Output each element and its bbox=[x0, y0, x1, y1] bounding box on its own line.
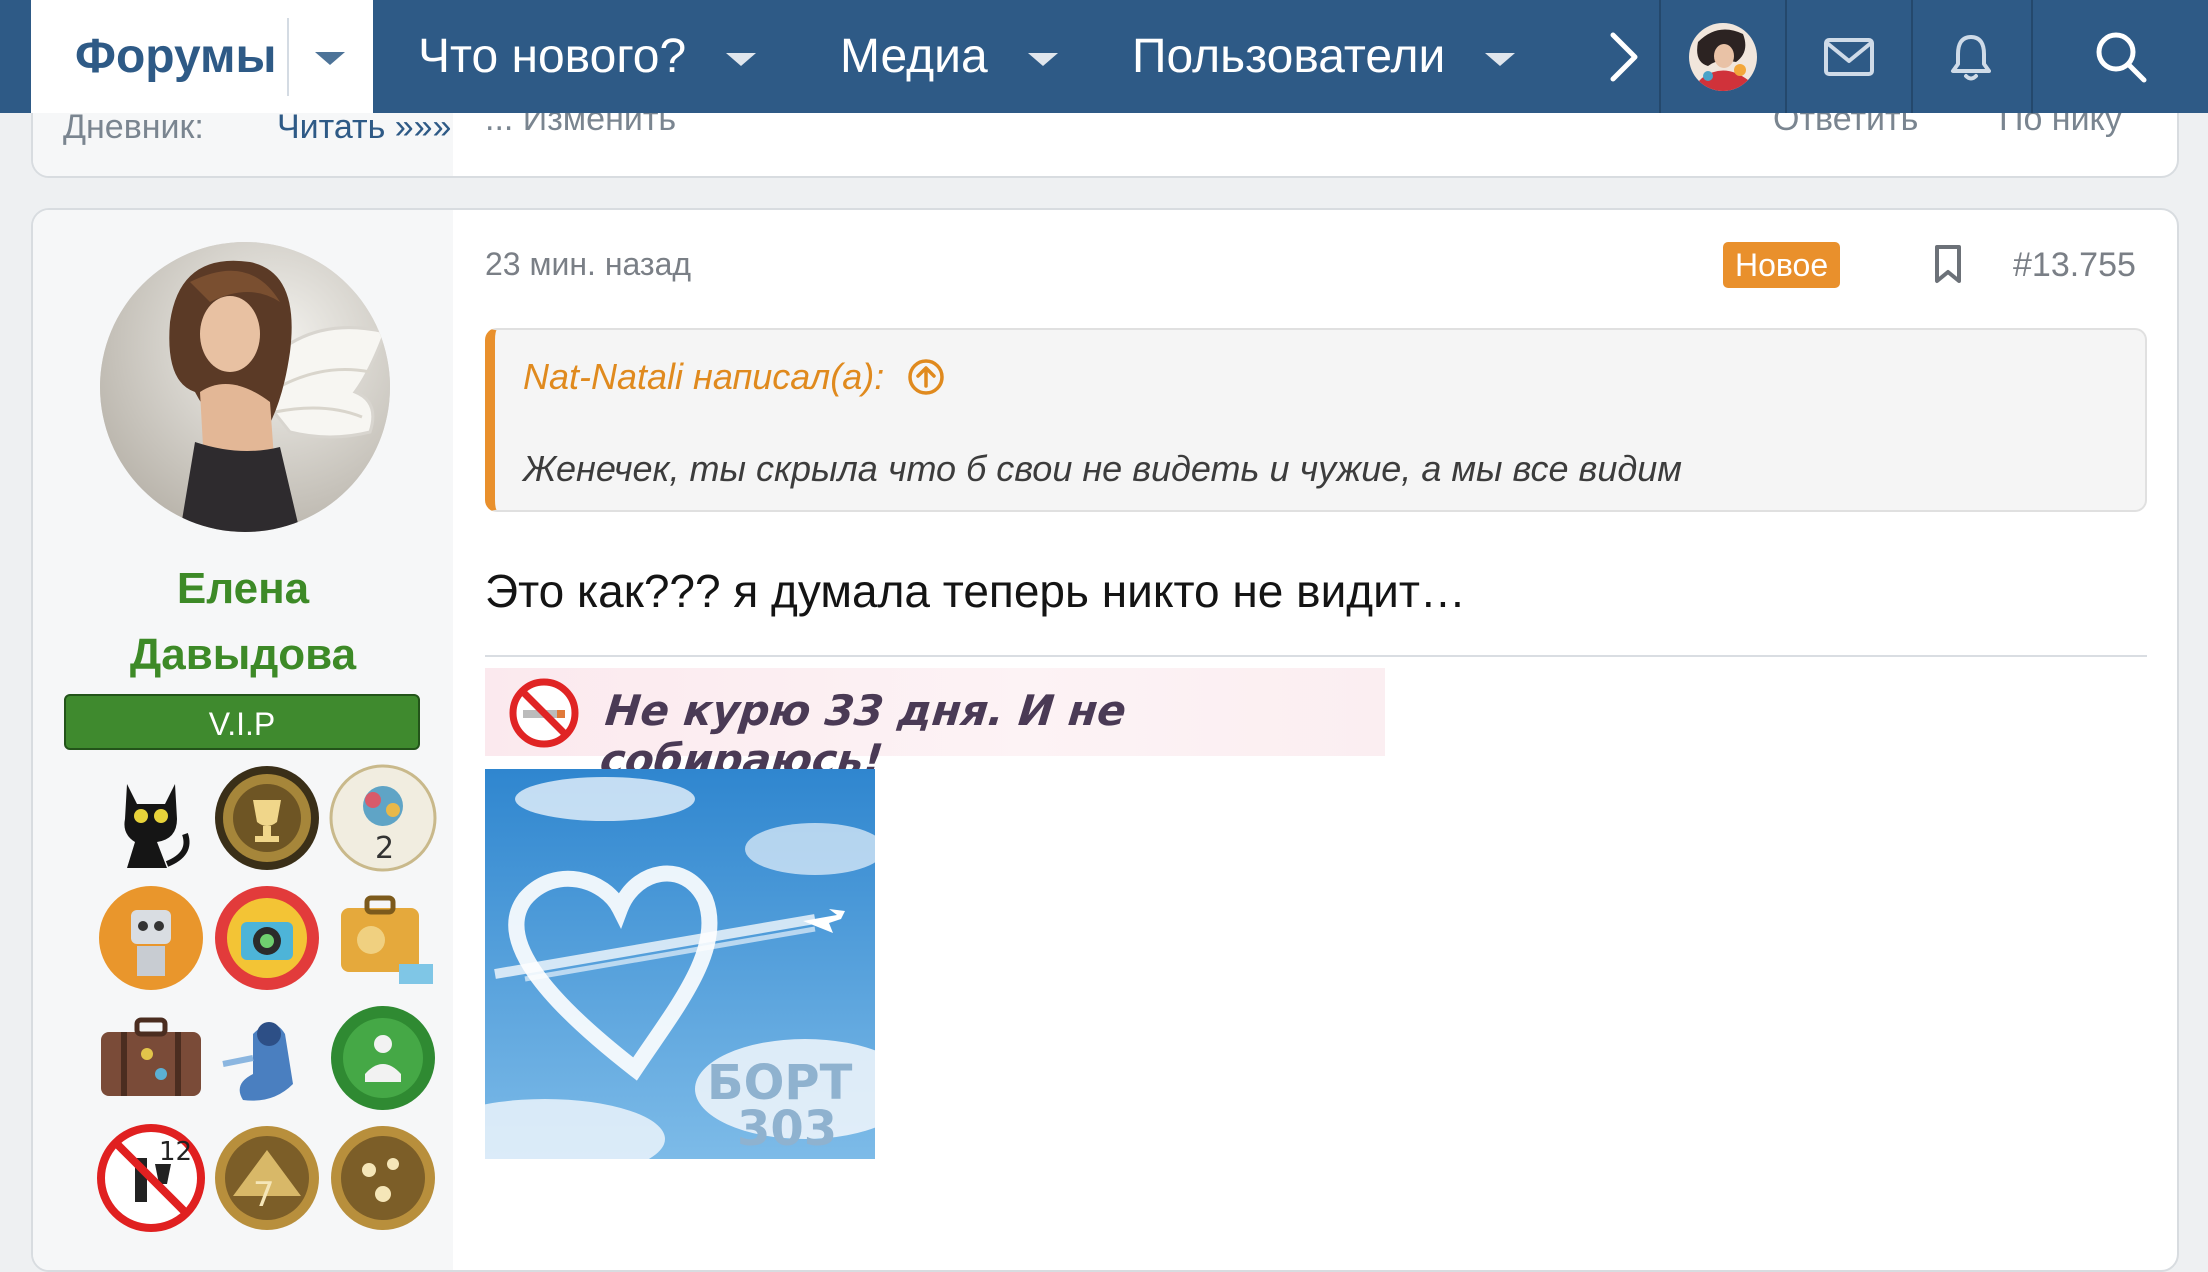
account-button[interactable] bbox=[1661, 0, 1785, 113]
nav-more-button[interactable] bbox=[1594, 0, 1654, 113]
arrow-up-circle-icon[interactable] bbox=[906, 357, 946, 397]
new-badge: Новое bbox=[1723, 242, 1841, 288]
post-user-column: Елена Давыдова V.I.P 2 12 7 bbox=[33, 210, 453, 1270]
no-alcohol-badge-icon[interactable]: 12 bbox=[97, 1124, 205, 1232]
alerts-button[interactable] bbox=[1913, 0, 2029, 113]
envelope-icon[interactable] bbox=[1823, 37, 1875, 77]
svg-text:12: 12 bbox=[159, 1137, 192, 1167]
quote-header[interactable]: Nat-Natali написал(а): bbox=[523, 356, 946, 398]
quote-text: Женечек, ты скрыла что б свои не видеть … bbox=[523, 448, 1682, 489]
author-name-line2[interactable]: Давыдова bbox=[33, 622, 453, 688]
chevron-down-icon[interactable] bbox=[1027, 53, 1058, 66]
diary-label: Дневник: bbox=[63, 108, 204, 146]
genie-badge-icon[interactable] bbox=[213, 1004, 321, 1112]
quote-block: Nat-Natali написал(а): Женечек, ты скрыл… bbox=[485, 328, 2147, 512]
post-timestamp[interactable]: 23 мин. назад bbox=[485, 246, 691, 283]
signature-banner: Не курю 33 дня. И не собираюсь! bbox=[485, 668, 1385, 784]
quote-author[interactable]: Nat-Natali написал(а): bbox=[523, 356, 884, 398]
no-smoking-icon bbox=[509, 678, 579, 748]
tab-members-label[interactable]: Пользователи bbox=[1132, 29, 1445, 84]
green-meditation-badge-icon[interactable] bbox=[329, 1004, 437, 1112]
tab-whats-new[interactable]: Что нового? bbox=[418, 0, 757, 113]
author-name-line1[interactable]: Елена bbox=[33, 556, 453, 622]
chevron-down-icon[interactable] bbox=[1485, 53, 1516, 66]
attached-image[interactable]: БОРТ 303 bbox=[485, 769, 875, 1159]
gold-stars-badge-icon[interactable] bbox=[329, 1124, 437, 1232]
bell-icon[interactable] bbox=[1948, 32, 1994, 82]
sewing-badge-icon[interactable]: 2 bbox=[329, 764, 437, 872]
signature-divider bbox=[485, 655, 2147, 657]
author-rank-banner: V.I.P bbox=[64, 694, 420, 750]
post-message: Это как??? я думала теперь никто не види… bbox=[485, 565, 1466, 617]
tab-separator bbox=[287, 18, 289, 96]
diary-link[interactable]: Читать »»» bbox=[277, 108, 451, 147]
tab-forums[interactable]: Форумы bbox=[31, 0, 373, 113]
gold-mountain-seven-badge-icon[interactable]: 7 bbox=[213, 1124, 321, 1232]
avatar[interactable] bbox=[100, 242, 390, 532]
post-number[interactable]: #13.755 bbox=[2013, 246, 2136, 285]
chevron-right-icon[interactable] bbox=[1607, 31, 1641, 83]
robot-badge-icon[interactable] bbox=[97, 884, 205, 992]
image-caption-line2: 303 bbox=[737, 1101, 837, 1157]
avatar[interactable] bbox=[1688, 22, 1758, 92]
camera-badge-icon[interactable] bbox=[213, 884, 321, 992]
gold-trophy-badge-icon[interactable] bbox=[213, 764, 321, 872]
black-cat-badge-icon[interactable] bbox=[97, 764, 205, 872]
tab-forums-label[interactable]: Форумы bbox=[75, 29, 277, 84]
svg-text:2: 2 bbox=[375, 831, 394, 866]
top-navigation: Форумы Что нового? Медиа Пользователи bbox=[0, 0, 2208, 113]
inbox-button[interactable] bbox=[1787, 0, 1911, 113]
author-name[interactable]: Елена Давыдова bbox=[33, 556, 453, 688]
luggage-badge-icon[interactable] bbox=[97, 1004, 205, 1112]
search-icon[interactable] bbox=[2094, 30, 2148, 84]
tab-media[interactable]: Медиа bbox=[840, 0, 1058, 113]
chevron-down-icon[interactable] bbox=[726, 53, 757, 66]
tab-media-label[interactable]: Медиа bbox=[840, 29, 988, 84]
suitcase-globe-badge-icon[interactable] bbox=[329, 884, 437, 992]
svg-text:7: 7 bbox=[253, 1175, 275, 1215]
chevron-down-icon[interactable] bbox=[315, 52, 345, 65]
tab-whats-new-label[interactable]: Что нового? bbox=[418, 29, 686, 84]
tab-members[interactable]: Пользователи bbox=[1132, 0, 1516, 113]
post: Елена Давыдова V.I.P 2 12 7 23 мин. наза… bbox=[31, 208, 2179, 1272]
search-button[interactable] bbox=[2033, 0, 2208, 113]
bookmark-icon[interactable] bbox=[1933, 244, 1963, 284]
